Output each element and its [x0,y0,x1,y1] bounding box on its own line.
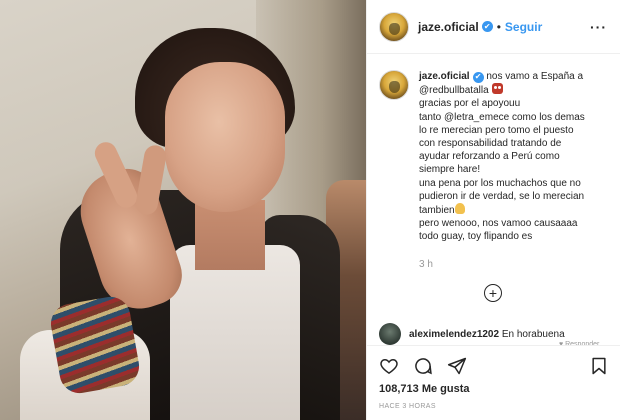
post-timestamp[interactable]: HACE 3 HORAS [379,403,436,410]
commenter-avatar[interactable] [379,323,401,345]
caption-line: lo re merecian pero tomo el puesto [419,124,574,136]
photo-shirt [170,245,300,420]
caption-text: jaze.oficial ✔ nos vamo a España a @redbu… [419,70,613,315]
follow-button[interactable]: Seguir [505,20,542,34]
caption-line: todo guay, toy flipando es [419,231,533,243]
pray-emoji-icon [454,203,465,215]
caption-line: tanto @letra_emece como los demas [419,111,585,123]
mention-link[interactable]: @redbullbatalla [419,85,489,96]
share-icon[interactable] [447,356,467,376]
photo-bracelets [47,293,143,397]
comment-body: En horabuena [499,328,565,340]
bookmark-icon[interactable] [589,356,609,376]
commenter-username[interactable]: aleximelendez1202 [409,329,499,340]
verified-badge-icon: ✔ [481,21,493,32]
post-actions-bar: 108,713 Me gusta HACE 3 HORAS [367,345,620,420]
comment-text: aleximelendez1202 En horabuena [409,329,565,340]
caption-avatar[interactable] [379,70,409,100]
likes-count[interactable]: 108,713 Me gusta [379,383,470,395]
caption-line: ayudar reforzando a Perú como [419,151,560,163]
post-photo[interactable] [0,0,366,420]
caption-line: gracias por el apoyouu [419,98,521,110]
caption-line: una pena por los muchachos que no [419,177,581,189]
owl-emoji-icon [491,83,503,95]
caption-username[interactable]: jaze.oficial [419,71,470,82]
load-more-comments-icon[interactable]: + [484,284,502,302]
more-options-icon[interactable]: ··· [590,20,607,34]
caption-block: jaze.oficial ✔ nos vamo a España a @redbu… [367,55,620,315]
separator-dot: • [496,19,501,34]
caption-time[interactable]: 3 h [419,258,613,271]
caption-line-text: tambien [419,205,455,217]
verified-badge-icon: ✔ [472,71,484,83]
caption-line-text: nos vamo a España a [483,71,584,82]
post-side-panel: jaze.oficial ✔ • Seguir ··· jaze.oficial… [366,0,620,420]
caption-line: pero wenooo, nos vamoo causaaaa [419,218,578,230]
comment-row: aleximelendez1202 En horabuena ♥ Respond… [379,323,615,348]
header-username[interactable]: jaze.oficial [418,20,479,34]
caption-line: jaze.oficial ✔ nos vamo a España a [419,70,613,83]
post-header: jaze.oficial ✔ • Seguir ··· [367,0,620,54]
action-icons [379,356,467,376]
caption-line: @redbullbatalla [419,83,613,97]
photo-face [165,62,285,212]
caption-line: pudieron ir de verdad, se lo merecian [419,190,585,202]
caption-line: tambien [419,203,613,217]
comment-icon[interactable] [413,356,433,376]
caption-line: con responsabilidad tratando de [419,138,562,150]
caption-line: siempre hare! [419,164,481,176]
heart-icon[interactable] [379,356,399,376]
user-avatar[interactable] [379,11,409,42]
